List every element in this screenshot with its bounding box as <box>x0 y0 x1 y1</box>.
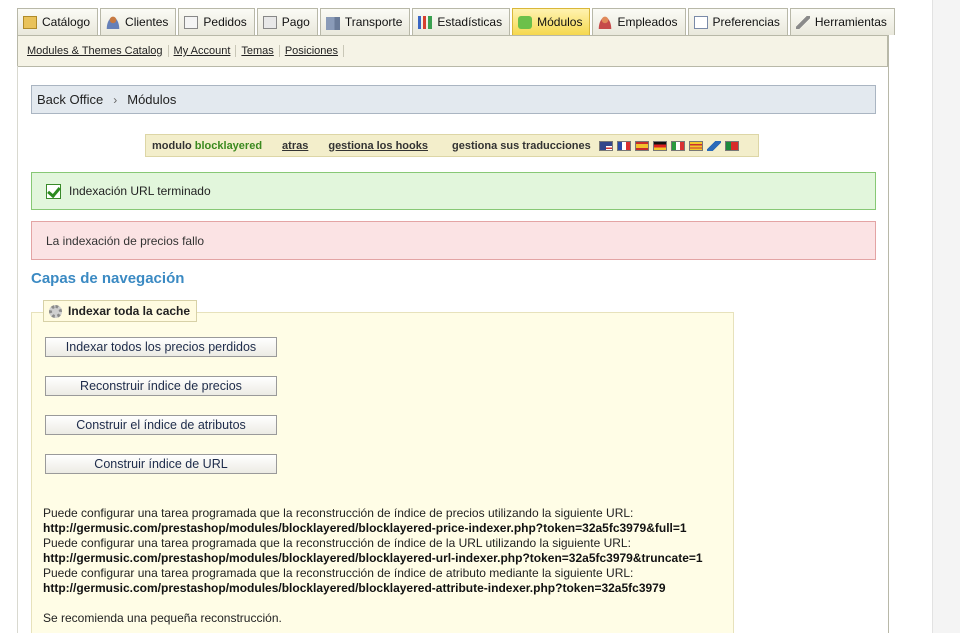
flag-it-icon[interactable] <box>670 140 685 151</box>
module-prefix: modulo <box>152 139 192 152</box>
fieldset-legend: Indexar toda la cache <box>43 300 198 322</box>
success-message: Indexación URL terminado <box>31 172 876 210</box>
build-attribute-index-button[interactable]: Construir el índice de atributos <box>45 415 277 435</box>
folder-icon <box>23 15 37 29</box>
subtab-temas[interactable]: Temas <box>236 45 280 57</box>
price-cron-url: http://germusic.com/prestashop/modules/b… <box>43 521 687 535</box>
manage-hooks-link[interactable]: gestiona los hooks <box>328 140 428 152</box>
flag-pt-icon[interactable] <box>724 140 739 151</box>
error-text: La indexación de precios fallo <box>46 233 205 248</box>
tools-icon <box>795 15 810 29</box>
payment-icon <box>262 15 277 29</box>
language-flags <box>598 140 743 151</box>
main-tab-bar: Catálogo Clientes Pedidos Pago Transport… <box>17 8 897 36</box>
tab-modulos[interactable]: Módulos <box>512 8 591 35</box>
tab-label: Pedidos <box>203 15 247 29</box>
back-link[interactable]: atras <box>282 140 308 152</box>
tab-clientes[interactable]: Clientes <box>100 8 177 35</box>
tab-empleados[interactable]: Empleados <box>592 8 686 35</box>
index-missing-prices-button[interactable]: Indexar todos los precios perdidos <box>45 337 277 357</box>
puzzle-icon <box>518 15 533 29</box>
tab-catalogo[interactable]: Catálogo <box>17 8 99 35</box>
subtab-my-account[interactable]: My Account <box>169 45 237 57</box>
rebuild-price-index-button[interactable]: Reconstruir índice de precios <box>45 376 277 396</box>
sub-tab-bar: Modules & Themes Catalog My Account Tema… <box>17 35 888 67</box>
tab-preferencias[interactable]: Preferencias <box>687 8 788 35</box>
tab-label: Transporte <box>344 15 403 29</box>
tab-label: Clientes <box>125 15 169 29</box>
employee-icon <box>598 15 613 29</box>
legend-text: Indexar toda la cache <box>68 304 191 318</box>
attribute-cron-description: Puede configurar una tarea programada qu… <box>43 566 634 580</box>
truck-icon <box>325 16 340 30</box>
content-panel-border <box>888 35 889 633</box>
tab-label: Módulos <box>537 15 583 29</box>
flag-de-icon[interactable] <box>652 140 667 151</box>
tab-label: Empleados <box>617 15 678 29</box>
url-cron-url: http://germusic.com/prestashop/modules/b… <box>43 551 703 565</box>
chart-icon <box>418 15 433 29</box>
content-panel-border <box>17 66 18 633</box>
user-icon <box>106 15 121 29</box>
flag-fr-icon[interactable] <box>616 140 631 151</box>
rebuild-recommendation: Se recomienda una pequeña reconstrucción… <box>43 611 282 625</box>
tab-label: Pago <box>281 15 310 29</box>
tab-pago[interactable]: Pago <box>256 8 318 35</box>
flag-en-icon[interactable] <box>598 140 613 151</box>
preferences-icon <box>693 15 708 29</box>
error-message: La indexación de precios fallo <box>31 221 876 260</box>
flag-es-icon[interactable] <box>634 140 649 151</box>
flag-ca-icon[interactable] <box>688 140 703 151</box>
scrollbar[interactable] <box>932 0 960 633</box>
tab-transporte[interactable]: Transporte <box>319 8 411 35</box>
tab-label: Catálogo <box>42 15 91 29</box>
url-cron-description: Puede configurar una tarea programada qu… <box>43 536 631 550</box>
breadcrumb: Back Office › Módulos <box>31 85 876 114</box>
module-toolbar: modulo blocklayered atras gestiona los h… <box>145 134 759 157</box>
breadcrumb-current: Módulos <box>127 92 177 107</box>
price-cron-description: Puede configurar una tarea programada qu… <box>43 506 634 520</box>
checkmark-icon <box>46 183 61 199</box>
attribute-cron-url: http://germusic.com/prestashop/modules/b… <box>43 581 666 595</box>
tab-label: Herramientas <box>814 15 887 29</box>
tab-pedidos[interactable]: Pedidos <box>178 8 255 35</box>
tab-herramientas[interactable]: Herramientas <box>789 8 895 35</box>
tab-label: Preferencias <box>712 15 780 29</box>
translations-label: gestiona sus traducciones <box>451 139 591 152</box>
gear-icon <box>49 304 62 318</box>
build-url-index-button[interactable]: Construir índice de URL <box>45 454 277 474</box>
module-name: blocklayered <box>194 139 263 152</box>
document-icon <box>184 15 199 29</box>
success-text: Indexación URL terminado <box>69 184 211 198</box>
subtab-posiciones[interactable]: Posiciones <box>280 45 345 57</box>
subtab-modules-themes-catalog[interactable]: Modules & Themes Catalog <box>22 45 169 57</box>
flag-other-icon[interactable] <box>706 140 721 151</box>
breadcrumb-separator-icon: › <box>113 92 118 107</box>
tab-label: Estadísticas <box>437 15 503 29</box>
breadcrumb-root[interactable]: Back Office <box>37 92 103 107</box>
tab-estadisticas[interactable]: Estadísticas <box>412 8 511 35</box>
page-title: Capas de navegación <box>31 270 185 287</box>
